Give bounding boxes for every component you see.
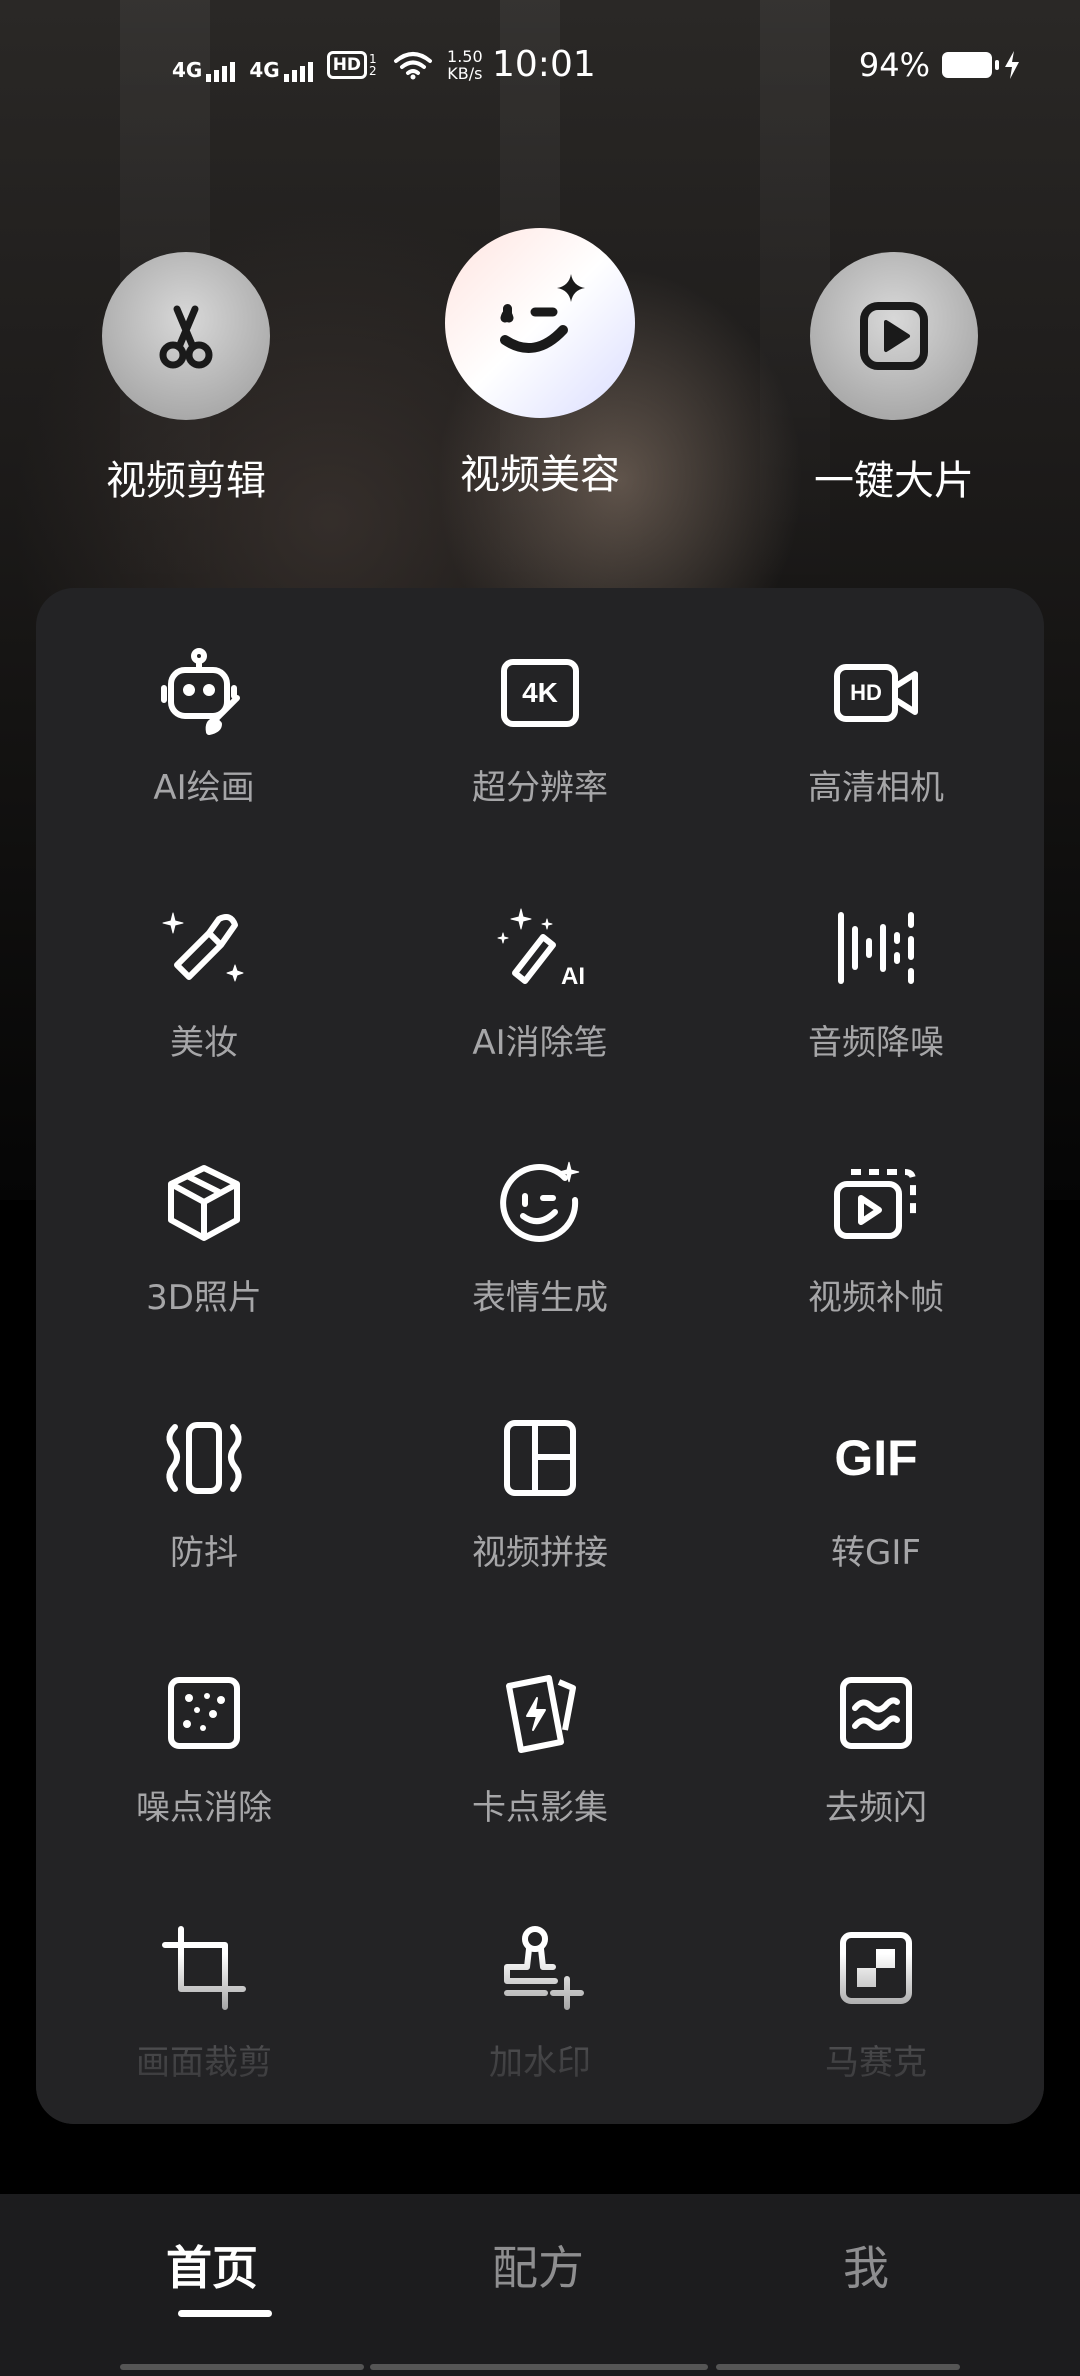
smile-sparkle-icon — [495, 1158, 585, 1248]
tool-hd-camera[interactable]: HD 高清相机 — [708, 648, 1044, 903]
tool-video-stitch[interactable]: 视频拼接 — [372, 1413, 708, 1668]
tool-3d-photo[interactable]: 3D照片 — [36, 1158, 372, 1413]
top-entry-one-click-movie[interactable]: 一键大片 — [774, 252, 1014, 506]
tool-label: 噪点消除 — [136, 1788, 272, 1828]
status-bar: 4G 4G HD 1 2 1.50 KB/s 10:01 94% — [0, 0, 1080, 140]
stabilize-icon — [159, 1413, 249, 1503]
bottom-nav: 首页 配方 我 — [0, 2194, 1080, 2376]
tool-super-resolution[interactable]: 4K 超分辨率 — [372, 648, 708, 903]
flash-card-icon — [495, 1668, 585, 1758]
signal-indicator-2: 4G — [249, 48, 313, 82]
hd-camera-icon: HD — [831, 648, 921, 738]
gif-icon: GIF — [834, 1430, 918, 1486]
tool-stabilization[interactable]: 防抖 — [36, 1413, 372, 1668]
tool-frame-interpolation[interactable]: 视频补帧 — [708, 1158, 1044, 1413]
tools-panel: AI绘画 4K 超分辨率 HD 高清相机 美妆 AI AI消除笔 音频降噪 3D… — [36, 588, 1044, 2124]
top-entry-label: 视频美容 — [460, 452, 620, 498]
top-entry-label: 视频剪辑 — [106, 458, 266, 504]
tab-recipes[interactable]: 配方 — [438, 2232, 638, 2298]
tool-label: 美妆 — [170, 1023, 238, 1063]
tool-label: 视频补帧 — [808, 1278, 944, 1318]
tool-makeup[interactable]: 美妆 — [36, 903, 372, 1158]
tool-beat-album[interactable]: 卡点影集 — [372, 1668, 708, 1923]
gesture-bar-right — [716, 2364, 960, 2370]
gesture-bar-left — [120, 2364, 364, 2370]
tool-label: 加水印 — [489, 2043, 591, 2083]
wink-face-icon — [445, 228, 635, 418]
tool-label: 卡点影集 — [472, 1788, 608, 1828]
tool-label: 表情生成 — [472, 1278, 608, 1318]
top-entry-video-edit[interactable]: 视频剪辑 — [66, 252, 306, 506]
tool-crop[interactable]: 画面裁剪 — [36, 1923, 372, 2124]
tool-label: AI消除笔 — [472, 1023, 608, 1063]
tool-expression-gen[interactable]: 表情生成 — [372, 1158, 708, 1413]
tool-to-gif[interactable]: GIF 转GIF — [708, 1413, 1044, 1668]
mosaic-icon — [831, 1923, 921, 2013]
tool-label: 超分辨率 — [472, 768, 608, 808]
battery-icon — [942, 52, 999, 78]
play-icon — [810, 252, 978, 420]
tool-ai-eraser[interactable]: AI AI消除笔 — [372, 903, 708, 1158]
magic-wand-icon: AI — [495, 903, 585, 993]
tool-label: AI绘画 — [153, 768, 255, 808]
battery-percentage: 94% — [858, 46, 930, 84]
tool-label: 去频闪 — [825, 1788, 927, 1828]
tool-label: 音频降噪 — [808, 1023, 944, 1063]
tool-label: 防抖 — [170, 1533, 238, 1573]
flicker-wave-icon — [831, 1668, 921, 1758]
signal-indicator-1: 4G — [172, 48, 236, 82]
hd-voice-badge: HD 1 2 — [326, 51, 379, 79]
top-entry-label: 一键大片 — [814, 458, 974, 504]
top-entry-video-beauty[interactable]: 视频美容 — [420, 228, 660, 500]
tool-label: 高清相机 — [808, 768, 944, 808]
tool-noise-removal[interactable]: 噪点消除 — [36, 1668, 372, 1923]
tool-label: 画面裁剪 — [136, 2043, 272, 2083]
cube-icon — [159, 1158, 249, 1248]
status-time: 10:01 — [492, 44, 596, 85]
tab-me[interactable]: 我 — [766, 2232, 966, 2298]
stamp-add-icon — [495, 1923, 585, 2013]
tool-mosaic[interactable]: 马赛克 — [708, 1923, 1044, 2124]
audio-wave-icon — [831, 903, 921, 993]
tool-audio-denoise[interactable]: 音频降噪 — [708, 903, 1044, 1158]
tab-home[interactable]: 首页 — [112, 2232, 312, 2317]
robot-paint-icon — [159, 648, 249, 738]
video-frames-icon — [831, 1158, 921, 1248]
crop-icon — [159, 1923, 249, 2013]
tool-label: 转GIF — [831, 1533, 921, 1573]
tool-label: 视频拼接 — [472, 1533, 608, 1573]
tool-add-watermark[interactable]: 加水印 — [372, 1923, 708, 2124]
network-speed: 1.50 KB/s — [447, 47, 483, 83]
gesture-bar-center — [370, 2364, 708, 2370]
tool-label: 3D照片 — [146, 1278, 262, 1318]
tool-deflicker[interactable]: 去频闪 — [708, 1668, 1044, 1923]
layout-grid-icon — [495, 1413, 585, 1503]
tool-ai-painting[interactable]: AI绘画 — [36, 648, 372, 903]
active-tab-indicator — [178, 2310, 272, 2317]
tool-label: 马赛克 — [825, 2043, 927, 2083]
charging-icon — [1005, 51, 1019, 79]
scissors-icon — [102, 252, 270, 420]
4k-icon: 4K — [495, 648, 585, 738]
dots-square-icon — [159, 1668, 249, 1758]
lipstick-icon — [159, 903, 249, 993]
wifi-icon — [394, 52, 433, 80]
